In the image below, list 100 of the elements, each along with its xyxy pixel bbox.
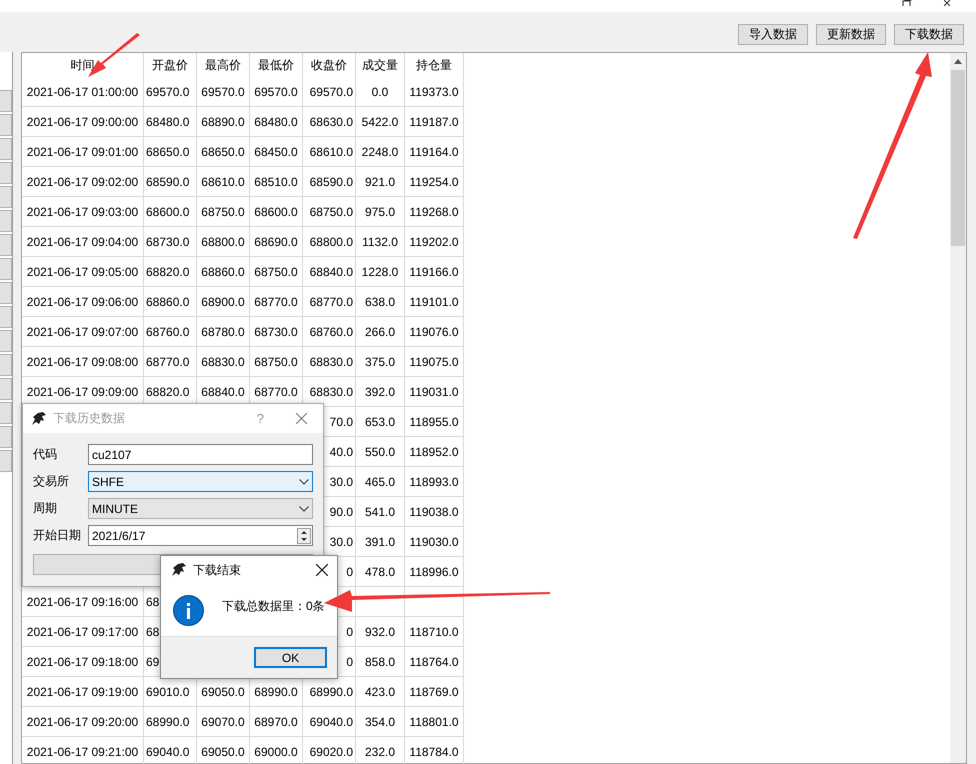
table-cell: 69050.0 [201, 744, 245, 758]
field-label: 周期 [33, 500, 58, 517]
table-cell: 118764.0 [409, 654, 459, 668]
table-cell: 2021-06-17 09:16:00 [26, 594, 138, 608]
table-cell: 70.0 [330, 414, 353, 428]
table-cell: 392.0 [364, 384, 396, 398]
table-cell: 5422.0 [362, 114, 398, 128]
table-cell: 2021-06-17 09:06:00 [26, 294, 138, 308]
table-cell: 119187.0 [409, 114, 459, 128]
table-cell: 68 [146, 594, 160, 608]
table-cell: 118952.0 [409, 444, 459, 458]
table-cell: 69020.0 [310, 744, 353, 758]
table-cell: 118955.0 [409, 414, 459, 428]
table-cell: 69570.0 [146, 84, 190, 98]
table-cell: 119166.0 [409, 264, 459, 278]
table-cell: 68770.0 [146, 354, 190, 368]
table-cell: 69040.0 [146, 744, 190, 758]
table-cell: 69 [146, 654, 160, 668]
table-cell: 68690.0 [254, 234, 298, 248]
table-cell: 69070.0 [201, 714, 245, 728]
table-cell: 68750.0 [254, 264, 298, 278]
table-cell: 69040.0 [310, 714, 353, 728]
table-cell: 465.0 [364, 474, 396, 488]
table-cell: 0 [346, 564, 353, 578]
table-cell: 921.0 [364, 174, 396, 188]
table-cell: 119268.0 [409, 204, 459, 218]
table-cell: 0 [346, 654, 353, 668]
table-cell: 354.0 [364, 714, 396, 728]
table-cell: 68830.0 [201, 354, 245, 368]
table-cell: 30.0 [330, 474, 353, 488]
table-cell: 2248.0 [362, 144, 398, 158]
table-cell: 932.0 [364, 624, 396, 638]
table-cell: 68990.0 [310, 684, 353, 698]
table-cell: 68830.0 [310, 354, 353, 368]
table-cell: 68780.0 [201, 324, 245, 338]
table-cell: 68820.0 [146, 384, 190, 398]
table-cell: 653.0 [364, 414, 396, 428]
table-cell: 2021-06-17 09:09:00 [26, 384, 138, 398]
table-cell: 68610.0 [201, 174, 245, 188]
table-cell: 2021-06-17 09:02:00 [26, 174, 138, 188]
table-cell: 68600.0 [254, 204, 298, 218]
table-cell: 68830.0 [310, 384, 353, 398]
table-cell: 68600.0 [146, 204, 190, 218]
table-cell: 68800.0 [201, 234, 245, 248]
table-cell: 118784.0 [409, 744, 459, 758]
table-cell: 68650.0 [201, 144, 245, 158]
field-label: 代码 [33, 446, 58, 463]
table-cell: 90.0 [330, 504, 353, 518]
table-cell: 118993.0 [409, 474, 459, 488]
table-cell: 1132.0 [362, 234, 398, 248]
table-cell: 119076.0 [409, 324, 459, 338]
table-cell: 2021-06-17 01:00:00 [26, 84, 138, 98]
table-cell: 69050.0 [201, 684, 245, 698]
table-cell: 266.0 [364, 324, 396, 338]
table-cell: 638.0 [364, 294, 396, 308]
table-cell: 119075.0 [409, 354, 459, 368]
table-cell: 68860.0 [146, 294, 190, 308]
table-cell: 2021-06-17 09:20:00 [26, 714, 138, 728]
table-cell: 68650.0 [146, 144, 190, 158]
table-cell: 423.0 [364, 684, 396, 698]
table-cell: 69570.0 [310, 84, 353, 98]
table-cell: 119030.0 [409, 534, 459, 548]
table-cell: 2021-06-17 09:19:00 [26, 684, 138, 698]
table-cell: 68990.0 [146, 714, 190, 728]
table-cell: 30.0 [330, 534, 353, 548]
table-cell: 118710.0 [409, 624, 459, 638]
table-cell: 2021-06-17 09:08:00 [26, 354, 138, 368]
table-cell: 232.0 [364, 744, 396, 758]
table-cell: 68510.0 [254, 174, 298, 188]
table-cell: 550.0 [364, 444, 396, 458]
table-cell: 119164.0 [409, 144, 459, 158]
table-cell: 119373.0 [409, 84, 459, 98]
table-cell: 2021-06-17 09:04:00 [26, 234, 138, 248]
table-cell: 2021-06-17 09:01:00 [26, 144, 138, 158]
table-cell: 391.0 [364, 534, 396, 548]
table-cell: 2021-06-17 09:17:00 [26, 624, 138, 638]
dialog-title: 下载历史数据 [53, 410, 126, 427]
table-cell: 68860.0 [201, 264, 245, 278]
table-cell: 68770.0 [310, 294, 353, 308]
table-cell: 68730.0 [146, 234, 190, 248]
table-cell: 68 [146, 624, 160, 638]
table-cell: 68760.0 [146, 324, 190, 338]
table-cell: 68610.0 [310, 144, 353, 158]
table-cell: 68590.0 [146, 174, 190, 188]
table-cell: 68760.0 [310, 324, 353, 338]
table-cell: 68590.0 [310, 174, 353, 188]
table-cell: 541.0 [364, 504, 396, 518]
table-cell: 68480.0 [254, 114, 298, 128]
table-cell: 858.0 [364, 654, 396, 668]
table-cell: 118801.0 [409, 714, 459, 728]
table-cell: 2021-06-17 09:03:00 [26, 204, 138, 218]
table-cell: 68800.0 [310, 234, 353, 248]
table-cell: 40.0 [330, 444, 353, 458]
table-cell: 68820.0 [146, 264, 190, 278]
table-cell: 2021-06-17 09:05:00 [26, 264, 138, 278]
field-label: 开始日期 [33, 527, 82, 544]
table-cell: 975.0 [364, 204, 396, 218]
table-cell: 68970.0 [254, 714, 298, 728]
table-cell: 69010.0 [146, 684, 190, 698]
table-cell: 119031.0 [409, 384, 459, 398]
